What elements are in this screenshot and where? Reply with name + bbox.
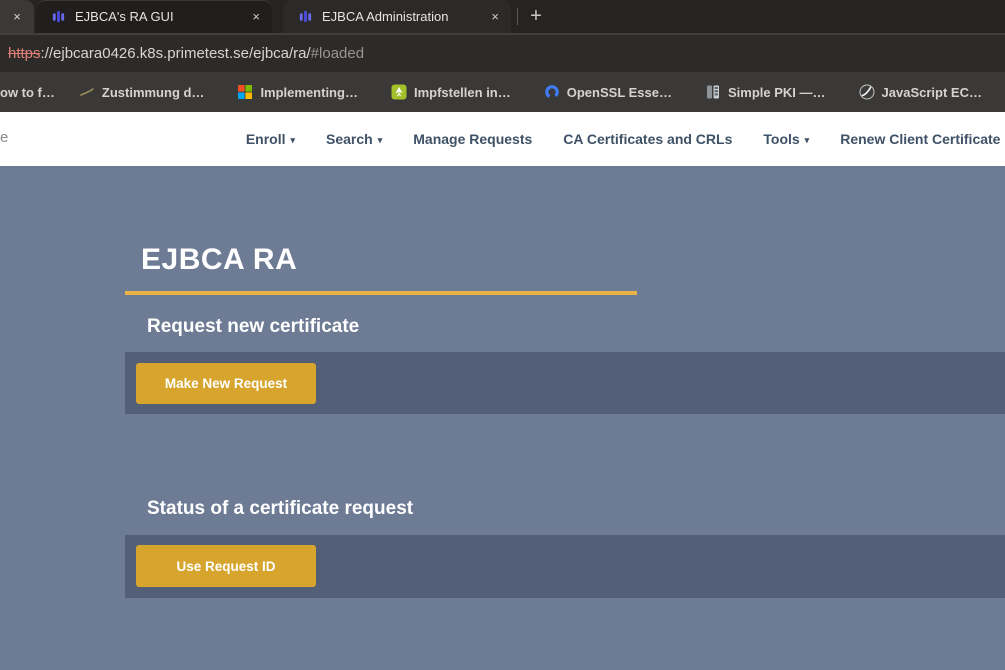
url-bar[interactable]: https://ejbcara0426.k8s.primetest.se/ejb… [0, 33, 1005, 72]
bookmark-item[interactable]: Zustimmung d… [79, 84, 205, 100]
bookmark-label: Simple PKI —… [728, 85, 826, 100]
bookmark-item[interactable]: Implementing… [237, 84, 358, 100]
bookmark-item[interactable]: Simple PKI —… [705, 84, 826, 100]
bookmark-item[interactable]: ow to f… [0, 85, 55, 100]
nav-label: Renew Client Certificate [840, 131, 1000, 147]
make-new-request-button[interactable]: Make New Request [136, 363, 316, 404]
page-content: EJBCA RA Request new certificate Make Ne… [0, 166, 1005, 670]
green-app-icon [391, 84, 407, 100]
library-icon [705, 84, 721, 100]
bookmark-label: Impfstellen in… [414, 85, 511, 100]
url-scheme-struck: https [8, 45, 41, 62]
nav-renew-client-certificate[interactable]: Renew Client Certificate▾ [840, 131, 1005, 147]
nav-label: Search [326, 131, 373, 147]
nav-label: CA Certificates and CRLs [563, 131, 732, 147]
nav-label: Tools [763, 131, 799, 147]
bookmark-label: ow to f… [0, 85, 55, 100]
globe-icon [859, 84, 875, 100]
bookmark-item[interactable]: OpenSSL Esse… [544, 84, 672, 100]
url-text: ://ejbcara0426.k8s.primetest.se/ejbca/ra… [41, 45, 311, 62]
nav-tools[interactable]: Tools ▾ [763, 131, 809, 147]
browser-window: × EJBCA's RA GUI × EJBCA Administration … [0, 0, 1005, 670]
tab-close-icon[interactable]: × [13, 10, 21, 23]
nav-label: Manage Requests [413, 131, 532, 147]
bookmark-item[interactable]: JavaScript EC… [859, 84, 982, 100]
swoosh-icon [79, 84, 95, 100]
ejbca-favicon [298, 9, 313, 24]
page-title: EJBCA RA [141, 243, 297, 277]
ejbca-favicon [51, 9, 66, 24]
bookmarks-bar: ow to f… Zustimmung d… Implementing… [0, 72, 1005, 112]
new-tab-button[interactable]: + [523, 2, 549, 30]
tab-separator [517, 8, 518, 25]
tab-ejbca-ra-gui[interactable]: EJBCA's RA GUI × [36, 0, 272, 33]
bookmark-label: JavaScript EC… [882, 85, 982, 100]
tab-title: EJBCA Administration [322, 9, 448, 24]
partial-tab[interactable]: × [0, 0, 34, 33]
nav-ca-certificates-and-crls[interactable]: CA Certificates and CRLs [563, 131, 732, 147]
nav-enroll[interactable]: Enroll ▾ [246, 131, 295, 147]
chevron-down-icon: ▾ [378, 135, 383, 145]
site-logo-fragment: e [0, 129, 8, 146]
tab-ejbca-administration[interactable]: EJBCA Administration × [283, 0, 511, 33]
chevron-down-icon: ▾ [805, 135, 810, 145]
nav-manage-requests[interactable]: Manage Requests [413, 131, 532, 147]
tab-close-icon[interactable]: × [252, 10, 260, 23]
nav-search[interactable]: Search ▾ [326, 131, 382, 147]
digitalocean-icon [544, 84, 560, 100]
bookmark-label: Zustimmung d… [102, 85, 205, 100]
url-fragment: #loaded [311, 45, 364, 62]
section-heading-status-of-request: Status of a certificate request [147, 498, 413, 520]
bookmark-label: Implementing… [260, 85, 358, 100]
chevron-down-icon: ▾ [290, 135, 295, 145]
site-nav-items: Enroll ▾ Search ▾ Manage Requests CA Certi… [246, 112, 1005, 166]
tab-strip: × EJBCA's RA GUI × EJBCA Administration … [0, 0, 1005, 33]
tab-close-icon[interactable]: × [491, 10, 499, 23]
title-underline [125, 291, 637, 295]
site-nav-bar: e Enroll ▾ Search ▾ Manage Requests CA Cer… [0, 112, 1005, 166]
nav-label: Enroll [246, 131, 286, 147]
bookmark-label: OpenSSL Esse… [567, 85, 672, 100]
bookmark-item[interactable]: Impfstellen in… [391, 84, 511, 100]
section-heading-request-new-certificate: Request new certificate [147, 316, 359, 338]
tab-title: EJBCA's RA GUI [75, 9, 174, 24]
use-request-id-button[interactable]: Use Request ID [136, 545, 316, 587]
microsoft-icon [237, 84, 253, 100]
